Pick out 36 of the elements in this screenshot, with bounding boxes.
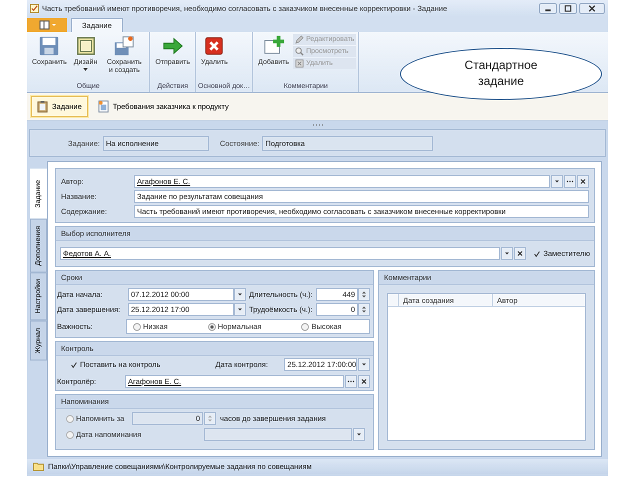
clear-button[interactable] <box>577 175 589 188</box>
radio-button[interactable] <box>301 322 310 330</box>
checkbox[interactable] <box>70 360 78 368</box>
document-icon <box>98 100 109 113</box>
date-field[interactable] <box>204 428 352 441</box>
clipboard-icon <box>37 100 48 113</box>
clear-button[interactable] <box>514 247 526 260</box>
frame-icon <box>74 35 97 57</box>
minimize-button[interactable] <box>539 2 557 14</box>
dropdown-button[interactable] <box>234 303 246 316</box>
dropdown-button[interactable] <box>551 175 563 188</box>
arrow-icon <box>162 35 184 57</box>
radio-button[interactable] <box>66 430 74 438</box>
radio-button[interactable] <box>133 322 141 330</box>
spinner-button[interactable] <box>358 288 370 301</box>
app-menu-button[interactable] <box>27 18 67 32</box>
note-plus-icon <box>262 35 285 57</box>
save-icon <box>38 35 60 57</box>
caret-icon <box>83 68 88 71</box>
clear-button[interactable] <box>358 375 370 388</box>
dropdown-button[interactable] <box>353 428 365 441</box>
radio-button[interactable] <box>208 322 216 330</box>
task-icon <box>30 4 39 12</box>
dropdown-button[interactable] <box>358 358 370 371</box>
maximize-button[interactable] <box>559 2 577 14</box>
radio-button[interactable] <box>66 414 74 422</box>
folder-icon <box>33 462 44 471</box>
checkbox[interactable] <box>533 250 542 258</box>
delete-icon <box>203 35 226 57</box>
pencil-icon <box>295 35 304 44</box>
dropdown-button[interactable] <box>234 288 246 301</box>
spinner-button[interactable] <box>358 303 370 316</box>
close-button[interactable] <box>579 2 605 14</box>
floppy-doc-icon <box>113 35 136 57</box>
magnifier-icon <box>295 47 304 56</box>
callout-text: Стандартное задание <box>464 58 538 90</box>
